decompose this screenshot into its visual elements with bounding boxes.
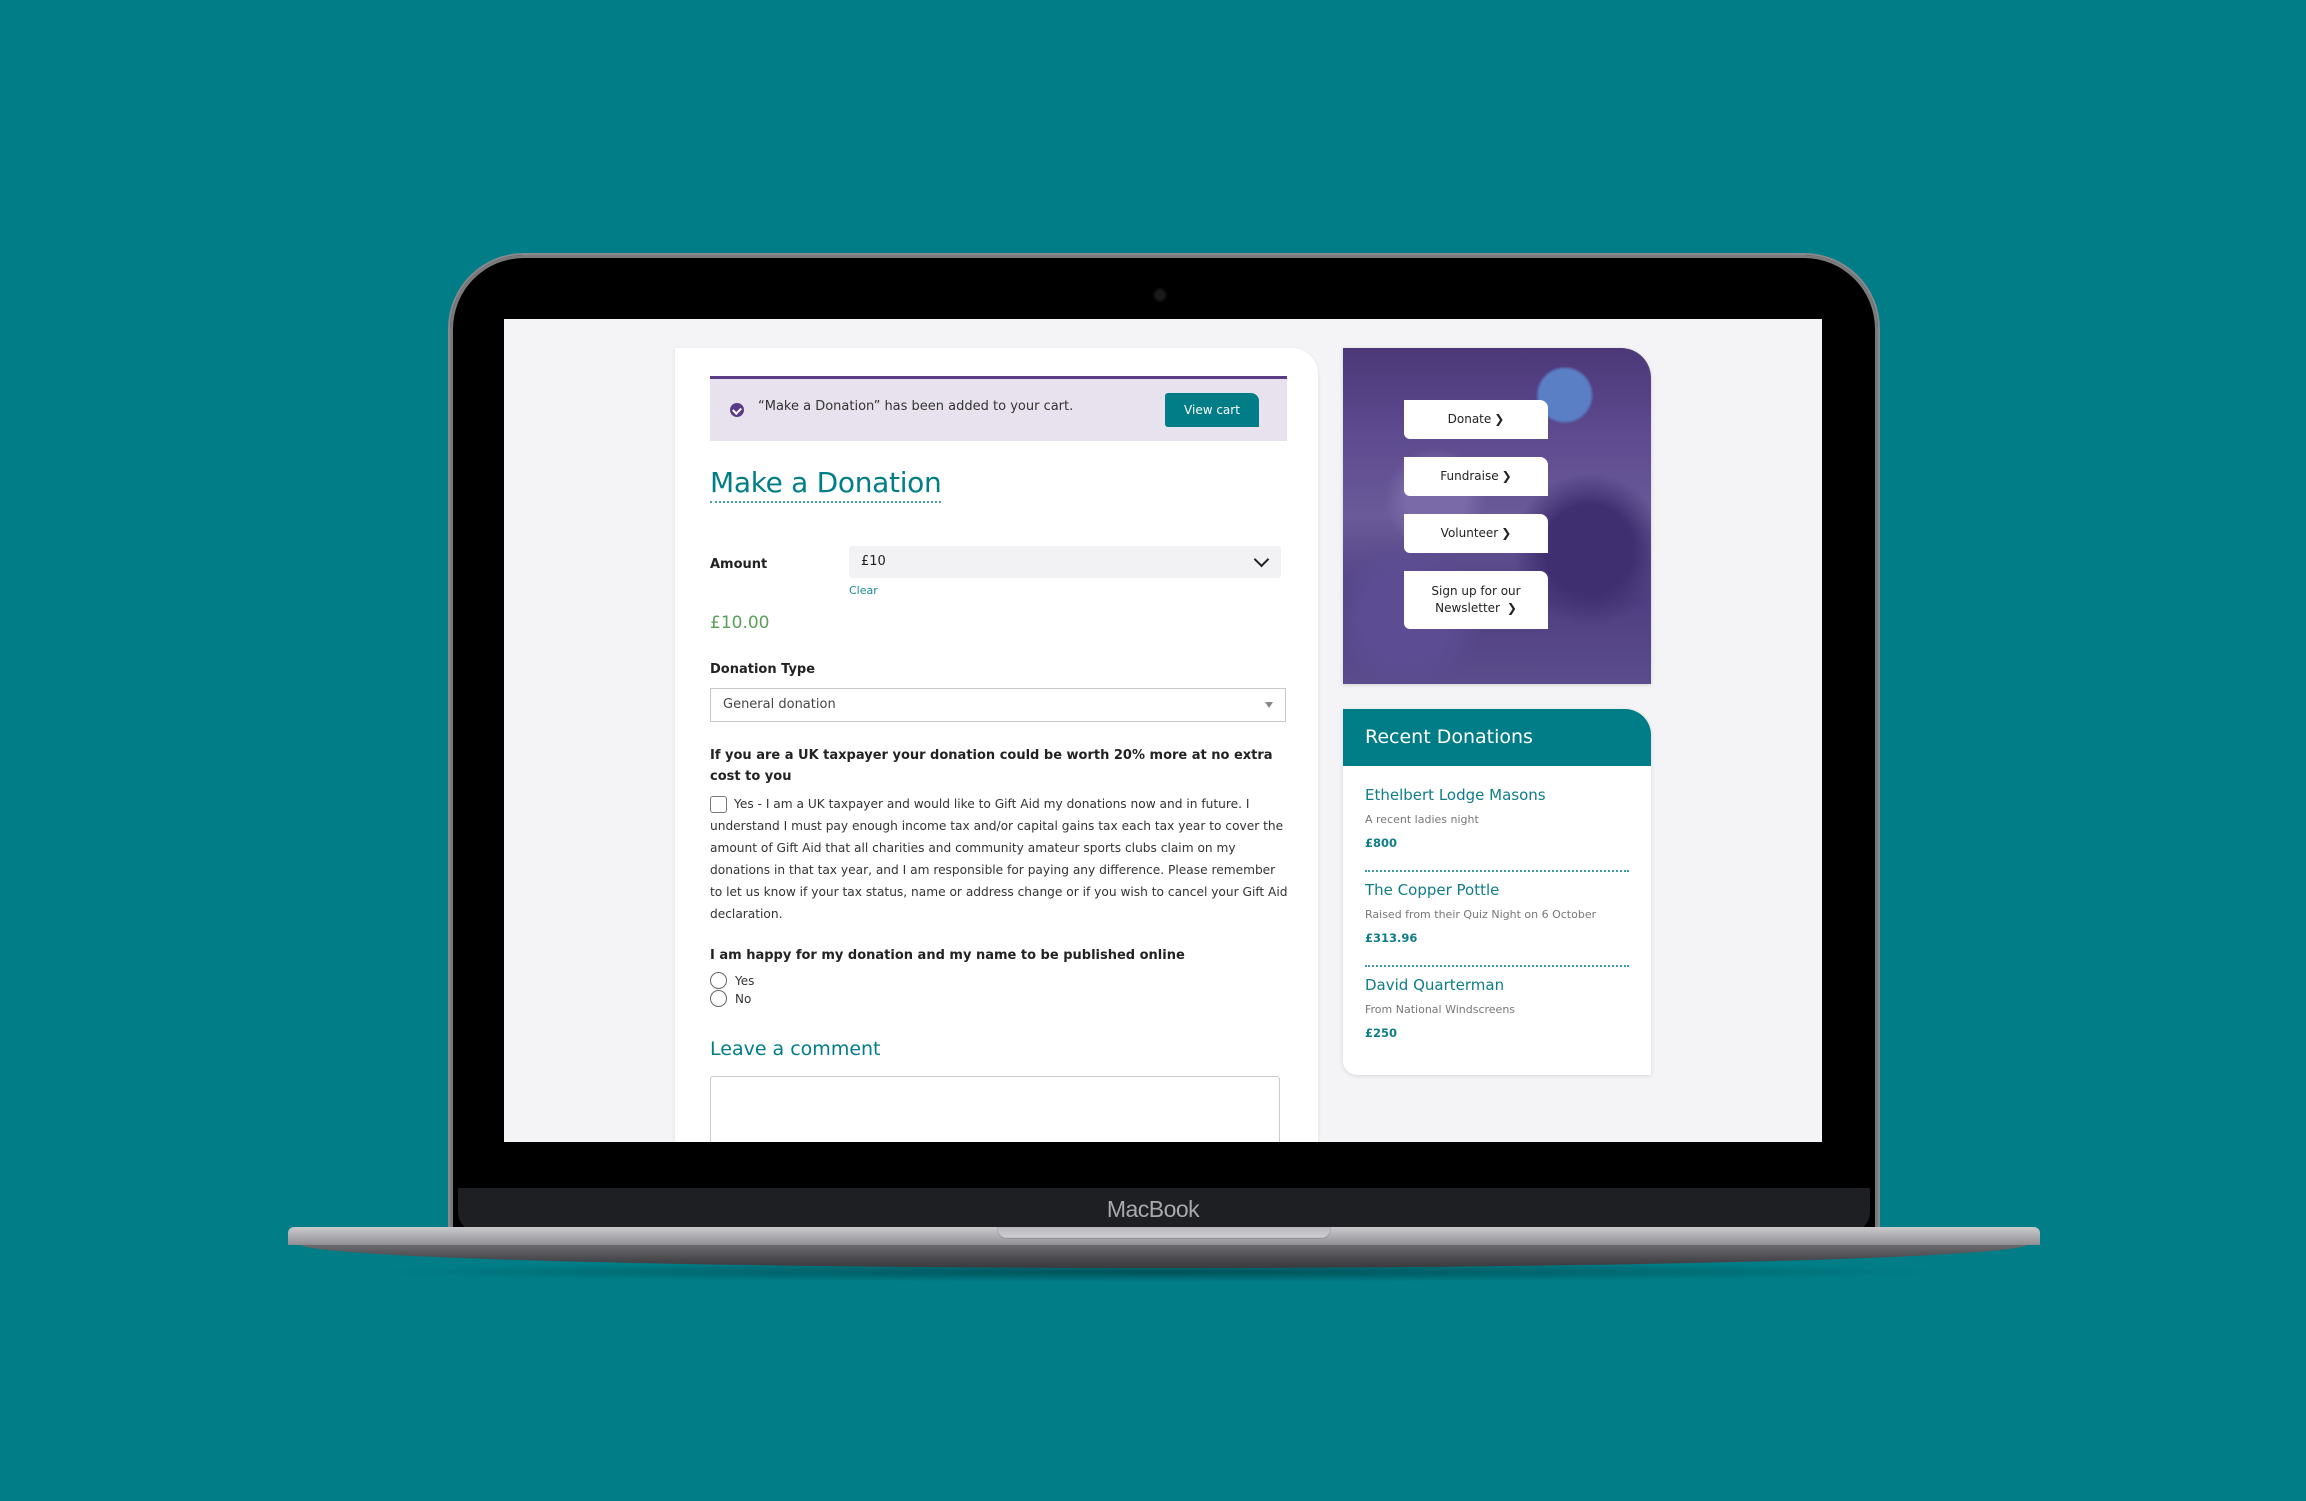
donation-desc: Raised from their Quiz Night on 6 Octobe… [1365, 908, 1597, 921]
divider [1365, 965, 1629, 967]
price-display: £10.00 [710, 613, 770, 633]
giftaid-heading: If you are a UK taxpayer your donation c… [710, 748, 1273, 784]
cart-notice-message: “Make a Donation” has been added to your… [758, 399, 1074, 414]
donation-desc: From National Windscreens [1365, 1003, 1516, 1016]
comment-heading: Leave a comment [710, 1038, 881, 1060]
volunteer-button[interactable]: Volunteer ❯ [1404, 514, 1548, 553]
chevron-right-icon: ❯ [1501, 526, 1512, 540]
amount-label: Amount [710, 557, 768, 572]
fundraise-label: Fundraise [1440, 469, 1499, 483]
radio-yes-label: Yes [735, 973, 755, 988]
donor-name[interactable]: Ethelbert Lodge Masons [1365, 786, 1629, 804]
donation-amount: £313.96 [1365, 931, 1418, 945]
giftaid-declaration-text: Yes - I am a UK taxpayer and would like … [710, 797, 1288, 921]
check-circle-icon [730, 403, 744, 417]
donation-type-value: General donation [723, 697, 836, 712]
donation-item: David Quarterman From National Windscree… [1365, 976, 1629, 1040]
amount-value: £10 [861, 554, 886, 569]
comment-textarea[interactable] [710, 1076, 1280, 1142]
radio-no-label: No [735, 991, 752, 1006]
donation-type-select[interactable]: General donation [710, 688, 1286, 722]
browser-screen: “Make a Donation” has been added to your… [504, 319, 1822, 1142]
laptop-hinge-notch [997, 1227, 1331, 1239]
donate-label: Donate [1447, 412, 1492, 426]
donation-form-card: “Make a Donation” has been added to your… [675, 348, 1318, 1142]
radio-no[interactable] [710, 990, 727, 1007]
donor-name[interactable]: The Copper Pottle [1365, 881, 1629, 899]
recent-donations-card: Recent Donations Ethelbert Lodge Masons … [1343, 709, 1651, 1075]
donation-item: The Copper Pottle Raised from their Quiz… [1365, 881, 1629, 945]
newsletter-label-wrap: Sign up for our Newsletter ❯ [1424, 583, 1528, 617]
giftaid-checkbox[interactable] [710, 796, 727, 813]
publish-option-no[interactable]: No [710, 990, 751, 1007]
divider [1365, 870, 1629, 872]
page-title: Make a Donation [710, 466, 942, 503]
device-label: MacBook [1106, 1196, 1200, 1222]
chevron-down-icon [1253, 551, 1270, 568]
donation-type-label: Donation Type [710, 662, 816, 677]
dropdown-triangle-icon [1265, 702, 1273, 708]
newsletter-button[interactable]: Sign up for our Newsletter ❯ [1404, 571, 1548, 629]
donation-amount: £800 [1365, 836, 1398, 850]
publish-heading: I am happy for my donation and my name t… [710, 948, 1185, 963]
cart-notice: “Make a Donation” has been added to your… [710, 376, 1287, 441]
camera-icon [1155, 290, 1165, 300]
donor-name[interactable]: David Quarterman [1365, 976, 1629, 994]
donate-button[interactable]: Donate ❯ [1404, 400, 1548, 439]
clear-link[interactable]: Clear [849, 584, 878, 597]
chevron-right-icon: ❯ [1494, 412, 1505, 426]
recent-donations-title: Recent Donations [1343, 709, 1651, 766]
view-cart-button[interactable]: View cart [1165, 393, 1259, 427]
publish-option-yes[interactable]: Yes [710, 972, 754, 989]
radio-yes[interactable] [710, 972, 727, 989]
chevron-right-icon: ❯ [1506, 601, 1517, 615]
donation-item: Ethelbert Lodge Masons A recent ladies n… [1365, 786, 1629, 850]
donation-desc: A recent ladies night [1365, 813, 1479, 826]
promo-image-card: Donate ❯ Fundraise ❯ Volunteer ❯ Sign up fo… [1343, 348, 1651, 684]
volunteer-label: Volunteer [1440, 526, 1499, 540]
fundraise-button[interactable]: Fundraise ❯ [1404, 457, 1548, 496]
amount-select[interactable]: £10 [849, 546, 1281, 578]
donation-amount: £250 [1365, 1026, 1398, 1040]
chevron-right-icon: ❯ [1501, 469, 1512, 483]
